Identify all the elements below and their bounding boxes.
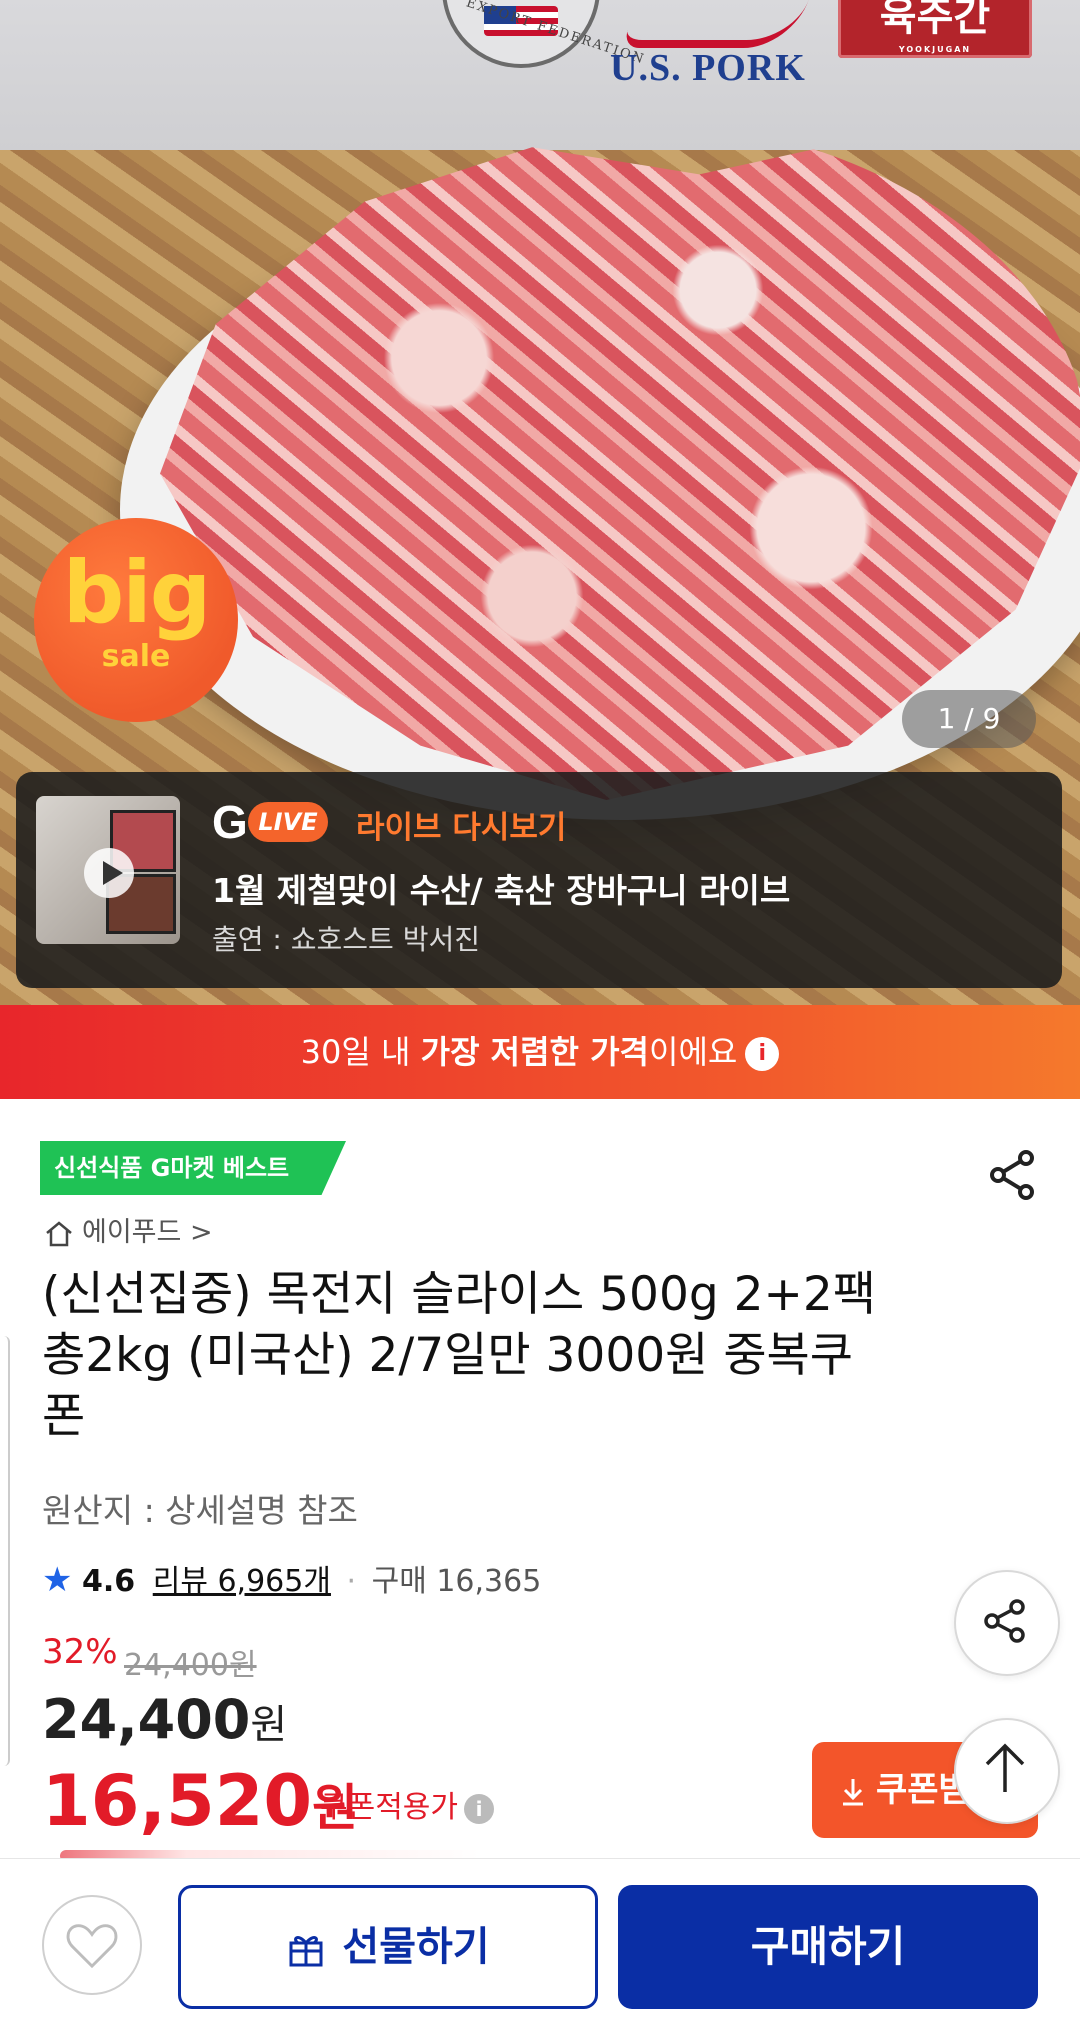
origin-text: 원산지 : 상세설명 참조 bbox=[42, 1491, 358, 1530]
coupon-price-note: 쿠폰적용가 i bbox=[320, 1782, 494, 1826]
big-sale-badge: big sale bbox=[34, 518, 238, 722]
product-image-carousel[interactable]: EXPORT FEDERATION U.S. PORK 육주간 YOOKJUGA… bbox=[0, 0, 1080, 1005]
bottom-action-bar: 선물하기 구매하기 bbox=[0, 1858, 1080, 2020]
brand-logo-subtext: YOOKJUGAN bbox=[898, 45, 972, 54]
g-logo-letter: G bbox=[212, 796, 248, 848]
brand-logo-text: 육주간 bbox=[879, 0, 991, 40]
live-headline: 1월 제철맞이 수산/ 축산 장바구니 라이브 bbox=[212, 871, 791, 910]
live-replay-title: 라이브 다시보기 bbox=[356, 810, 567, 846]
price: 24,400원 bbox=[42, 1688, 287, 1751]
live-thumbnail[interactable] bbox=[36, 796, 180, 944]
rating-row: ★ 4.6 리뷰 6,965개 · 구매 16,365 bbox=[42, 1556, 541, 1600]
coupon-note-text: 쿠폰적용가 bbox=[320, 1790, 458, 1825]
side-handle[interactable] bbox=[0, 1336, 10, 1766]
scroll-to-top-button[interactable] bbox=[954, 1718, 1060, 1824]
buy-button[interactable]: 구매하기 bbox=[618, 1885, 1038, 2009]
gift-icon bbox=[289, 1936, 323, 1967]
star-icon: ★ bbox=[42, 1560, 73, 1600]
share-icon bbox=[984, 1599, 1025, 1643]
strip-suffix: 이에요 bbox=[649, 1033, 738, 1071]
separator-dot: · bbox=[346, 1564, 357, 1599]
badge-big-text: big bbox=[62, 543, 212, 643]
heart-icon bbox=[66, 1924, 118, 1969]
wishlist-button[interactable] bbox=[42, 1895, 142, 1995]
strip-bold-text: 가장 저렴한 가격 bbox=[420, 1033, 649, 1071]
home-icon bbox=[46, 1220, 72, 1246]
gift-button-label: 선물하기 bbox=[342, 1924, 490, 1970]
arrow-up-icon bbox=[985, 1743, 1025, 1792]
gift-button[interactable]: 선물하기 bbox=[178, 1885, 598, 2009]
coupon-price: 16,520원 bbox=[42, 1760, 358, 1842]
lowest-price-strip[interactable]: 30일 내 가장 저렴한 가격이에요 i bbox=[0, 1005, 1080, 1099]
sale-value: 16,520 bbox=[42, 1760, 313, 1842]
product-title: (신선집중) 목전지 슬라이스 500g 2+2팩 총2kg (미국산) 2/7… bbox=[42, 1267, 877, 1444]
store-name: 에이푸드 > bbox=[82, 1217, 213, 1248]
download-icon bbox=[843, 1778, 863, 1805]
info-icon[interactable]: i bbox=[464, 1793, 494, 1824]
badge-sale-text: sale bbox=[101, 639, 171, 674]
floating-share-button[interactable] bbox=[954, 1570, 1060, 1676]
play-icon[interactable] bbox=[84, 848, 134, 898]
purchase-count: 구매 16,365 bbox=[371, 1564, 542, 1599]
brand-logo: 육주간 YOOKJUGAN bbox=[838, 0, 1032, 58]
original-price: 24,400원 bbox=[124, 1648, 257, 1683]
store-link[interactable]: 에이푸드 > bbox=[44, 1210, 213, 1249]
best-tag[interactable]: 신선식품 G마켓 베스트 bbox=[40, 1141, 346, 1195]
info-icon[interactable]: i bbox=[745, 1037, 780, 1071]
share-icon[interactable] bbox=[986, 1148, 1040, 1202]
image-counter: 1 / 9 bbox=[902, 690, 1036, 748]
discount-rate: 32% bbox=[42, 1632, 118, 1672]
rating-score: 4.6 bbox=[82, 1564, 136, 1599]
live-pill: LIVE bbox=[248, 802, 328, 842]
price-unit: 원 bbox=[250, 1702, 288, 1748]
live-replay-banner[interactable]: G LIVE 라이브 다시보기 1월 제철맞이 수산/ 축산 장바구니 라이브 … bbox=[16, 772, 1062, 988]
strip-prefix: 30일 내 bbox=[300, 1033, 421, 1071]
us-pork-logo: U.S. PORK bbox=[610, 47, 806, 89]
review-link[interactable]: 리뷰 6,965개 bbox=[153, 1564, 331, 1599]
live-host: 출연 : 쇼호스트 박서진 bbox=[212, 923, 480, 956]
price-value: 24,400 bbox=[42, 1688, 251, 1751]
